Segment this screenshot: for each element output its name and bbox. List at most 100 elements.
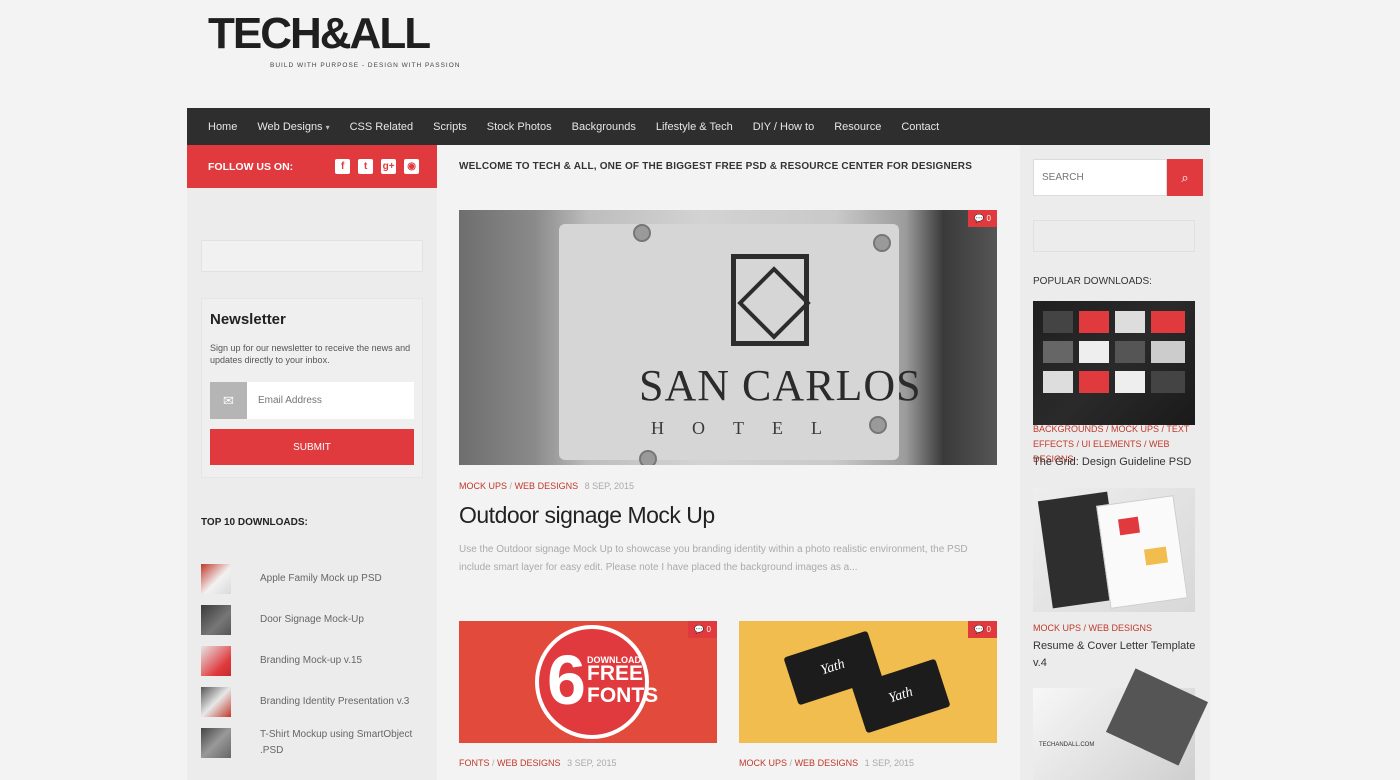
comment-count: 0 (986, 625, 991, 634)
logo-tagline: BUILD WITH PURPOSE - DESIGN WITH PASSION (270, 62, 461, 69)
sign-sub-text: HOTEL (651, 418, 850, 438)
nav-item-backgrounds[interactable]: Backgrounds (572, 121, 636, 133)
comment-count-badge[interactable]: 💬 0 (968, 621, 997, 638)
list-item[interactable]: Branding Mock-up v.15 (201, 640, 437, 681)
nav-item-diy-how-to[interactable]: DIY / How to (753, 121, 815, 133)
business-card-brand: Yath (886, 684, 915, 707)
comment-count-badge[interactable]: 💬 0 (688, 621, 717, 638)
comment-icon: 💬 (974, 625, 985, 634)
category-link[interactable]: FONTS (459, 758, 490, 768)
newsletter-title: Newsletter (210, 311, 286, 328)
newsletter-widget: Newsletter Sign up for our newsletter to… (201, 298, 423, 478)
image-detail (1105, 668, 1209, 766)
list-item-label[interactable]: Branding Identity Presentation v.3 (260, 694, 420, 710)
category-link[interactable]: WEB DESIGNS (795, 758, 859, 768)
nav-item-label: Web Designs (257, 120, 323, 133)
thumbnail-tile (1151, 341, 1185, 363)
search-input[interactable] (1033, 159, 1167, 196)
thumbnail-image[interactable] (201, 563, 231, 594)
featured-post-excerpt: Use the Outdoor signage Mock Up to showc… (459, 544, 968, 573)
category-separator: / (789, 758, 793, 768)
twitter-icon[interactable]: t (358, 159, 374, 174)
search-button[interactable]: ⌕ (1167, 159, 1203, 196)
category-link[interactable]: MOCK UPS (459, 481, 507, 491)
featured-post-meta: MOCK UPS / WEB DESIGNS 8 SEP, 2015 (459, 481, 634, 491)
chevron-down-icon: ▾ (325, 122, 330, 132)
left-sidebar: FOLLOW US ON: f t g+ ◉ Newsletter Sign u… (187, 145, 437, 780)
list-item-label[interactable]: Door Signage Mock-Up (260, 612, 420, 628)
thumbnail-tile (1115, 341, 1145, 363)
category-separator: / (509, 481, 513, 491)
list-item-label[interactable]: T-Shirt Mockup using SmartObject .PSD (260, 727, 420, 759)
badge-big-line: FREE (587, 662, 644, 685)
thumbnail-tile (1043, 341, 1073, 363)
envelope-icon: ✉ (210, 382, 247, 419)
comment-count: 0 (706, 625, 711, 634)
nav-item-lifestyle-tech[interactable]: Lifestyle & Tech (656, 121, 733, 133)
follow-us-label: FOLLOW US ON: (208, 160, 294, 173)
list-item[interactable]: T-Shirt Mockup using SmartObject .PSD (201, 722, 437, 763)
free-fonts-badge: 6 DOWNLOAD FREE FONTS (535, 625, 658, 739)
list-item-label[interactable]: Branding Mock-up v.15 (260, 653, 420, 669)
post-card-image[interactable]: 6 DOWNLOAD FREE FONTS 💬 0 (459, 621, 717, 743)
thumbnail-tile (1043, 311, 1073, 333)
thumbnail-tile (1115, 371, 1145, 393)
top-downloads-title: TOP 10 DOWNLOADS: (201, 517, 308, 528)
category-link[interactable]: MOCK UPS (739, 758, 787, 768)
featured-post-title[interactable]: Outdoor signage Mock Up (459, 502, 715, 529)
google-plus-icon[interactable]: g+ (381, 159, 397, 174)
post-date: 8 SEP, 2015 (584, 481, 634, 491)
search-icon: ⌕ (1181, 169, 1189, 185)
post-card-image[interactable]: Yath Yath 💬 0 (739, 621, 997, 743)
comment-count: 0 (986, 214, 991, 223)
email-field[interactable] (247, 382, 414, 419)
category-link[interactable]: WEB DESIGNS (515, 481, 579, 491)
main-navigation: Home Web Designs ▾ CSS Related Scripts St… (187, 108, 1210, 145)
thumbnail-image[interactable] (201, 686, 231, 717)
nav-item-stock-photos[interactable]: Stock Photos (487, 121, 552, 133)
featured-post-image[interactable]: SAN CARLOS HOTEL 💬 0 (459, 210, 997, 465)
thumbnail-tile (1115, 311, 1145, 333)
badge-big-line: FONTS (587, 684, 659, 707)
resume-sheet (1096, 495, 1188, 609)
popular-item-image[interactable] (1033, 301, 1195, 425)
nav-item-css-related[interactable]: CSS Related (350, 121, 414, 133)
popular-item-title[interactable]: Resume & Cover Letter Template v.4 (1033, 638, 1198, 672)
main-content: WELCOME TO TECH & ALL, ONE OF THE BIGGES… (459, 145, 999, 768)
popular-item-image[interactable]: TECHANDALL.COM (1033, 668, 1209, 780)
popular-item-categories[interactable]: MOCK UPS / WEB DESIGNS (1033, 621, 1198, 636)
ad-slot-right (1033, 220, 1195, 252)
list-item[interactable]: Branding Identity Presentation v.3 (201, 681, 437, 722)
thumbnail-tile (1079, 371, 1109, 393)
rss-icon[interactable]: ◉ (404, 159, 420, 174)
thumbnail-tile (1079, 311, 1109, 333)
thumbnail-tile (1043, 371, 1073, 393)
bolt-decoration (869, 416, 887, 434)
nav-item-resource[interactable]: Resource (834, 121, 881, 133)
top-downloads-list: Apple Family Mock up PSD Door Signage Mo… (201, 558, 437, 763)
logo-text: TECH&ALL (208, 9, 431, 58)
thumbnail-image[interactable] (201, 727, 231, 758)
comment-icon: 💬 (694, 625, 705, 634)
facebook-icon[interactable]: f (335, 159, 351, 174)
popular-item-title[interactable]: The Grid: Design Guideline PSD (1033, 454, 1198, 471)
hotel-emblem-icon (731, 254, 809, 346)
nav-item-scripts[interactable]: Scripts (433, 121, 467, 133)
post-card-meta: MOCK UPS / WEB DESIGNS 1 SEP, 2015 (739, 758, 914, 768)
thumbnail-tile (1151, 371, 1185, 393)
category-separator: / (492, 758, 495, 768)
list-item-label[interactable]: Apple Family Mock up PSD (260, 571, 420, 587)
thumbnail-image[interactable] (201, 645, 231, 676)
nav-item-home[interactable]: Home (208, 121, 237, 133)
nav-item-contact[interactable]: Contact (901, 121, 939, 133)
thumbnail-image[interactable] (201, 604, 231, 635)
resume-photo (1143, 546, 1169, 566)
site-logo[interactable]: TECH&ALL BUILD WITH PURPOSE - DESIGN WIT… (208, 9, 461, 72)
comment-count-badge[interactable]: 💬 0 (968, 210, 997, 227)
list-item[interactable]: Door Signage Mock-Up (201, 599, 437, 640)
nav-item-web-designs[interactable]: Web Designs ▾ (257, 121, 329, 133)
category-link[interactable]: WEB DESIGNS (497, 758, 561, 768)
submit-button[interactable]: SUBMIT (210, 429, 414, 465)
popular-item-image[interactable] (1033, 488, 1195, 612)
list-item[interactable]: Apple Family Mock up PSD (201, 558, 437, 599)
